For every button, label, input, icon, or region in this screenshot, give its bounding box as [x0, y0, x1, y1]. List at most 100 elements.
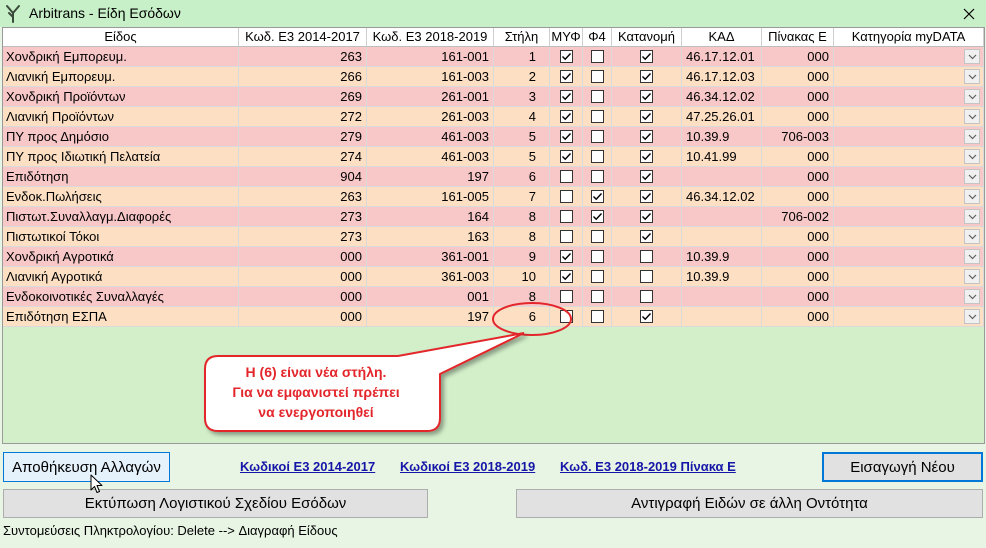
income-type-name-cell[interactable]: Πιστωτ.Συναλλαγμ.Διαφορές: [3, 207, 239, 227]
kad-cell[interactable]: 47.25.26.01: [682, 107, 762, 127]
mydata-category-cell[interactable]: [834, 147, 984, 167]
kad-cell[interactable]: 10.41.99: [682, 147, 762, 167]
column-number-cell[interactable]: 2: [494, 67, 550, 87]
allocation-checkbox[interactable]: [640, 190, 653, 203]
e3-2014-2017-code-cell[interactable]: 269: [239, 87, 367, 107]
e3-2014-2017-code-cell[interactable]: 000: [239, 267, 367, 287]
income-type-name-cell[interactable]: ΠΥ προς Ιδιωτική Πελατεία: [3, 147, 239, 167]
myf-checkbox[interactable]: [559, 170, 573, 183]
myf-checkbox[interactable]: [559, 130, 573, 143]
mydata-dropdown-button[interactable]: [964, 229, 980, 244]
header-f4[interactable]: Φ4: [583, 28, 612, 47]
table-row[interactable]: Χονδρική Αγροτικά 000 361-001 9 10.39.9 000: [3, 247, 984, 267]
allocation-checkbox[interactable]: [640, 130, 653, 143]
myf-checkbox[interactable]: [559, 290, 573, 303]
mydata-category-cell[interactable]: [834, 207, 984, 227]
table-e-cell[interactable]: 000: [762, 147, 834, 167]
income-type-name-cell[interactable]: ΠΥ προς Δημόσιο: [3, 127, 239, 147]
e3-2014-2017-code-cell[interactable]: 272: [239, 107, 367, 127]
mydata-category-cell[interactable]: [834, 47, 984, 67]
e3-2018-2019-code-cell[interactable]: 161-005: [367, 187, 494, 207]
f4-checkbox[interactable]: [590, 230, 604, 243]
table-row[interactable]: Λιανική Εμπορευμ. 266 161-003 2 46.17.12.03 0…: [3, 67, 984, 87]
allocation-checkbox[interactable]: [640, 310, 653, 323]
myf-checkbox[interactable]: [559, 230, 573, 243]
e3-2014-2017-code-cell[interactable]: 279: [239, 127, 367, 147]
close-button[interactable]: [952, 0, 986, 27]
table-e-cell[interactable]: 706-003: [762, 127, 834, 147]
income-type-name-cell[interactable]: Χονδρική Εμπορευμ.: [3, 47, 239, 67]
e3-2018-2019-code-cell[interactable]: 461-003: [367, 147, 494, 167]
income-type-name-cell[interactable]: Χονδρική Προϊόντων: [3, 87, 239, 107]
e3-2014-2017-code-cell[interactable]: 000: [239, 287, 367, 307]
table-row[interactable]: Πιστωτικοί Τόκοι 273 163 8 000: [3, 227, 984, 247]
myf-checkbox[interactable]: [559, 110, 573, 123]
column-number-cell[interactable]: 8: [494, 287, 550, 307]
column-number-cell[interactable]: 8: [494, 227, 550, 247]
f4-checkbox[interactable]: [590, 310, 604, 323]
f4-checkbox[interactable]: [590, 50, 604, 63]
income-type-name-cell[interactable]: Λιανική Προϊόντων: [3, 107, 239, 127]
mydata-category-cell[interactable]: [834, 107, 984, 127]
mydata-dropdown-button[interactable]: [964, 209, 980, 224]
income-type-name-cell[interactable]: Επιδότηση ΕΣΠΑ: [3, 307, 239, 327]
mydata-dropdown-button[interactable]: [964, 289, 980, 304]
mydata-dropdown-button[interactable]: [964, 149, 980, 164]
myf-checkbox[interactable]: [559, 90, 573, 103]
e3-2014-2017-code-cell[interactable]: 266: [239, 67, 367, 87]
kad-cell[interactable]: 10.39.9: [682, 267, 762, 287]
f4-checkbox[interactable]: [590, 110, 604, 123]
myf-checkbox[interactable]: [559, 50, 573, 63]
save-changes-button[interactable]: Αποθήκευση Αλλαγών: [3, 452, 170, 482]
kad-cell[interactable]: 46.17.12.01: [682, 47, 762, 67]
column-number-cell[interactable]: 5: [494, 127, 550, 147]
mydata-category-cell[interactable]: [834, 187, 984, 207]
mydata-dropdown-button[interactable]: [964, 269, 980, 284]
allocation-checkbox[interactable]: [640, 150, 653, 163]
table-e-cell[interactable]: 000: [762, 67, 834, 87]
myf-checkbox[interactable]: [559, 70, 573, 83]
e3-2018-2019-code-cell[interactable]: 164: [367, 207, 494, 227]
income-type-name-cell[interactable]: Πιστωτικοί Τόκοι: [3, 227, 239, 247]
table-e-cell[interactable]: 706-002: [762, 207, 834, 227]
kad-cell[interactable]: 46.34.12.02: [682, 187, 762, 207]
mydata-category-cell[interactable]: [834, 247, 984, 267]
e3-2018-2019-code-cell[interactable]: 001: [367, 287, 494, 307]
f4-checkbox[interactable]: [590, 90, 604, 103]
table-row[interactable]: ΠΥ προς Δημόσιο 279 461-003 5 10.39.9 706-003: [3, 127, 984, 147]
mydata-dropdown-button[interactable]: [964, 49, 980, 64]
mydata-category-cell[interactable]: [834, 227, 984, 247]
table-e-cell[interactable]: 000: [762, 307, 834, 327]
header-mydata-category[interactable]: Κατηγορία myDATA: [834, 28, 984, 47]
column-number-cell[interactable]: 6: [494, 307, 550, 327]
e3-2018-2019-table-e-codes-link[interactable]: Κωδ. Ε3 2018-2019 Πίνακα Ε: [560, 459, 736, 474]
allocation-checkbox[interactable]: [640, 70, 653, 83]
mydata-dropdown-button[interactable]: [964, 69, 980, 84]
table-row[interactable]: Επιδότηση 904 197 6 000: [3, 167, 984, 187]
allocation-checkbox[interactable]: [640, 290, 653, 303]
table-e-cell[interactable]: 000: [762, 247, 834, 267]
header-e3-2018-2019[interactable]: Κωδ. Ε3 2018-2019: [367, 28, 494, 47]
f4-checkbox[interactable]: [590, 130, 604, 143]
column-number-cell[interactable]: 6: [494, 167, 550, 187]
header-katanomi[interactable]: Κατανομή: [612, 28, 682, 47]
e3-2018-2019-code-cell[interactable]: 361-003: [367, 267, 494, 287]
allocation-checkbox[interactable]: [640, 110, 653, 123]
f4-checkbox[interactable]: [590, 70, 604, 83]
table-e-cell[interactable]: 000: [762, 287, 834, 307]
myf-checkbox[interactable]: [559, 190, 573, 203]
mydata-dropdown-button[interactable]: [964, 89, 980, 104]
table-e-cell[interactable]: 000: [762, 267, 834, 287]
income-type-name-cell[interactable]: Χονδρική Αγροτικά: [3, 247, 239, 267]
mydata-dropdown-button[interactable]: [964, 249, 980, 264]
e3-2018-2019-code-cell[interactable]: 261-003: [367, 107, 494, 127]
table-row[interactable]: Πιστωτ.Συναλλαγμ.Διαφορές 273 164 8 706-002: [3, 207, 984, 227]
myf-checkbox[interactable]: [559, 310, 573, 323]
income-type-name-cell[interactable]: Λιανική Εμπορευμ.: [3, 67, 239, 87]
allocation-checkbox[interactable]: [640, 50, 653, 63]
income-type-name-cell[interactable]: Ενδοκ.Πωλήσεις: [3, 187, 239, 207]
e3-2018-2019-code-cell[interactable]: 161-003: [367, 67, 494, 87]
f4-checkbox[interactable]: [590, 250, 604, 263]
column-number-cell[interactable]: 3: [494, 87, 550, 107]
myf-checkbox[interactable]: [559, 270, 573, 283]
